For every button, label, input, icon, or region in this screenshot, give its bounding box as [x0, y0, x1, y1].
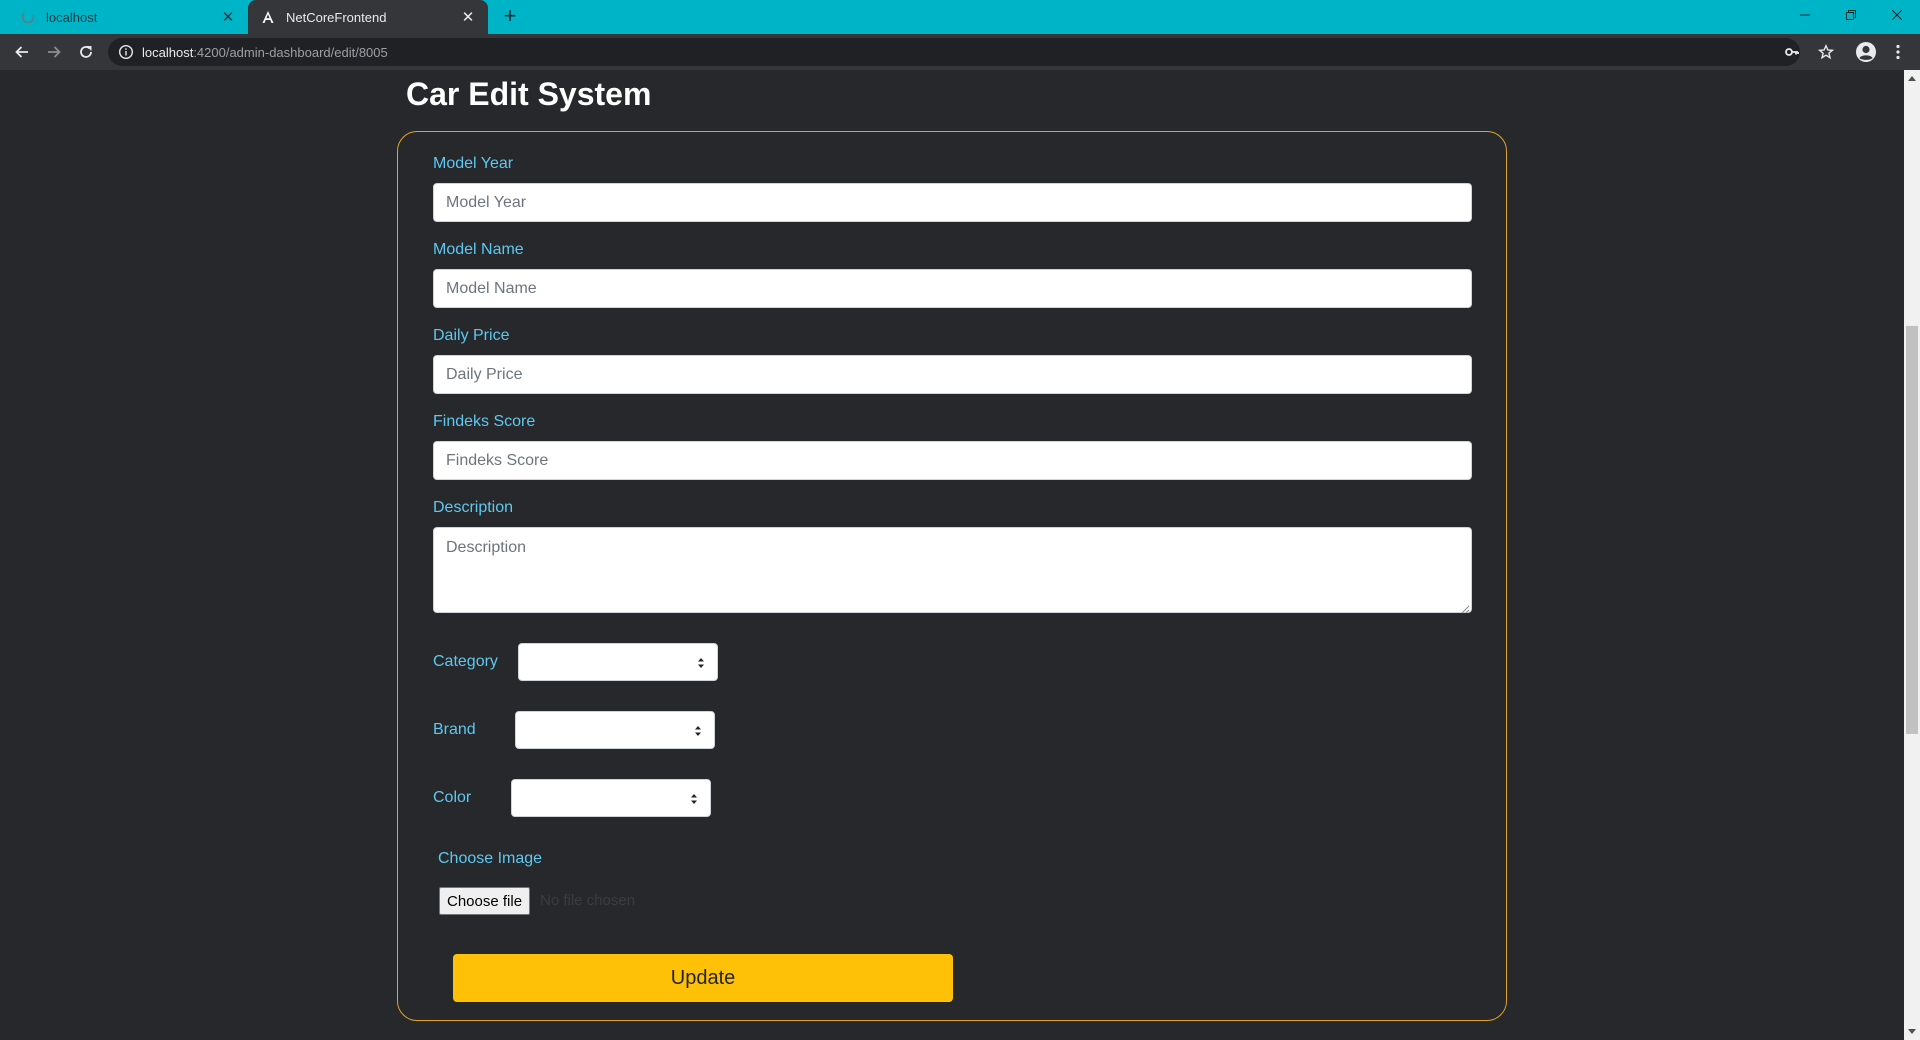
site-info-icon[interactable]	[118, 44, 134, 60]
tab-title: localhost	[46, 9, 98, 25]
choose-image-label: Choose Image	[438, 850, 543, 867]
key-icon[interactable]	[1780, 40, 1804, 64]
description-textarea[interactable]	[433, 527, 1472, 613]
description-label: Description	[433, 499, 514, 516]
browser-toolbar: localhost:4200/admin-dashboard/edit/8005	[0, 34, 1920, 70]
scroll-up-icon[interactable]	[1904, 70, 1920, 86]
new-tab-icon[interactable]: +	[498, 5, 522, 29]
page-content: Car Edit System Model Year Model Name Da…	[0, 70, 1904, 1040]
close-window-icon[interactable]	[1874, 0, 1920, 30]
resize-grip-icon[interactable]	[1460, 601, 1470, 614]
scrollbar-thumb[interactable]	[1906, 326, 1918, 734]
daily-price-input[interactable]	[433, 355, 1472, 394]
findeks-score-input[interactable]	[433, 441, 1472, 480]
forward-icon[interactable]	[42, 40, 66, 64]
model-year-input[interactable]	[433, 183, 1472, 222]
findeks-score-label: Findeks Score	[433, 413, 536, 430]
car-edit-form: Model Year Model Name Daily Price Findek…	[397, 131, 1507, 1021]
url-host: localhost	[142, 44, 194, 60]
model-name-input[interactable]	[433, 269, 1472, 308]
select-arrows-icon	[691, 794, 697, 804]
model-name-label: Model Name	[433, 241, 524, 258]
url-path: :4200/admin-dashboard/edit/8005	[193, 44, 388, 60]
reload-icon[interactable]	[74, 40, 98, 64]
scroll-down-icon[interactable]	[1904, 1024, 1920, 1040]
angular-icon	[260, 9, 276, 25]
tab-netcorefrontend[interactable]: NetCoreFrontend ✕	[248, 0, 488, 34]
close-tab-icon[interactable]: ✕	[218, 7, 238, 27]
model-year-label: Model Year	[433, 155, 514, 172]
bookmark-star-icon[interactable]	[1814, 40, 1838, 64]
select-arrows-icon	[695, 726, 701, 736]
file-status-text: No file chosen	[540, 892, 636, 909]
category-select[interactable]	[518, 643, 718, 681]
page-title: Car Edit System	[406, 76, 652, 112]
page-scrollbar[interactable]	[1904, 70, 1920, 1040]
profile-avatar-icon[interactable]	[1854, 40, 1878, 64]
tab-localhost[interactable]: localhost ✕	[8, 0, 248, 34]
color-select[interactable]	[511, 779, 711, 817]
update-button[interactable]: Update	[453, 954, 953, 1002]
menu-kebab-icon[interactable]	[1886, 40, 1910, 64]
daily-price-label: Daily Price	[433, 327, 510, 344]
brand-label: Brand	[433, 721, 476, 738]
select-arrows-icon	[698, 658, 704, 668]
address-bar[interactable]: localhost:4200/admin-dashboard/edit/8005	[108, 38, 1800, 66]
close-tab-icon[interactable]: ✕	[458, 7, 478, 27]
choose-file-button[interactable]: Choose file	[439, 887, 531, 915]
back-icon[interactable]	[10, 40, 34, 64]
spinner-icon	[20, 9, 36, 25]
minimize-icon[interactable]	[1782, 0, 1828, 30]
restore-icon[interactable]	[1828, 0, 1874, 30]
url-text: localhost:4200/admin-dashboard/edit/8005	[142, 45, 388, 60]
category-label: Category	[433, 653, 498, 670]
tab-title: NetCoreFrontend	[286, 9, 387, 25]
tab-strip: localhost ✕ NetCoreFrontend ✕ +	[0, 0, 1920, 34]
brand-select[interactable]	[515, 711, 715, 749]
color-label: Color	[433, 789, 472, 806]
